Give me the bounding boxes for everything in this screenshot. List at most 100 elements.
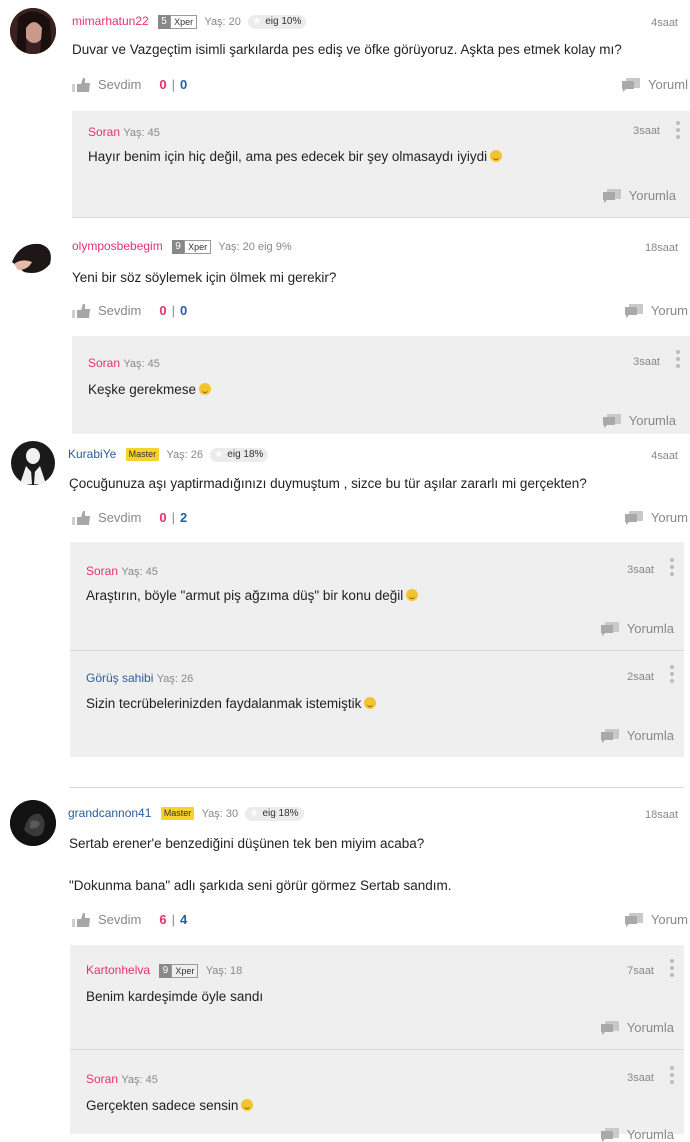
- like-label: Sevdim: [98, 510, 142, 525]
- reply-age: Yaş: 45: [121, 1074, 158, 1086]
- reply-label: Yorumla: [628, 413, 676, 428]
- like-button[interactable]: Sevdim 6 | 4: [72, 912, 187, 927]
- reply-header: Soran Yaş: 45: [88, 125, 160, 139]
- comment-time: 4saat: [651, 17, 678, 29]
- username[interactable]: olymposbebegim: [72, 239, 163, 253]
- avatar[interactable]: [10, 8, 56, 54]
- avatar[interactable]: [10, 800, 56, 846]
- star-icon: ★: [214, 448, 224, 460]
- eig-badge: ★ eig 18%: [210, 447, 269, 462]
- reply-button[interactable]: Yorumla: [600, 1020, 674, 1035]
- comment-header: mimarhatun22 5 Xper Yaş: 20 ★ eig 10%: [72, 14, 307, 29]
- reply-header: Kartonhelva 9 Xper Yaş: 18: [86, 963, 242, 978]
- comment-time: 18saat: [644, 809, 678, 821]
- reply-button[interactable]: Yorum: [624, 303, 688, 318]
- user-age: Yaş: 20 eig 9%: [218, 241, 292, 253]
- comment-actions: Sevdim 0 | 0 Yoruml: [72, 77, 688, 97]
- like-count: 0: [159, 303, 167, 318]
- reply-button[interactable]: Yorumla: [602, 188, 676, 203]
- xper-badge: Xper: [184, 239, 212, 254]
- reply-age: Yaş: 45: [121, 566, 158, 578]
- more-options-icon[interactable]: [676, 121, 680, 141]
- reply-card: Soran Yaş: 45 3saat Hayır benim için hiç…: [72, 111, 690, 218]
- reply-label: Yorumla: [626, 1127, 674, 1142]
- count-separator: |: [171, 77, 175, 92]
- dislike-count: 4: [179, 912, 188, 927]
- reply-age: Yaş: 18: [205, 965, 243, 977]
- like-button[interactable]: Sevdim 0 | 0: [72, 303, 187, 318]
- reply-card: Görüş sahibi Yaş: 26 2saat Sizin tecrübe…: [70, 651, 684, 757]
- comment-icon: [622, 77, 641, 92]
- reply-time: 7saat: [627, 965, 654, 977]
- comment-text: Sertab erener'e benzediğini düşünen tek …: [69, 836, 425, 851]
- reply-author[interactable]: Soran: [88, 356, 120, 370]
- reply-label: Yorumla: [626, 1020, 674, 1035]
- reply-age: Yaş: 26: [156, 673, 194, 685]
- reply-author[interactable]: Soran: [86, 564, 118, 578]
- eig-value: eig 18%: [262, 807, 299, 819]
- reply-button[interactable]: Yorumla: [600, 728, 674, 743]
- more-options-icon[interactable]: [670, 558, 674, 578]
- username[interactable]: grandcannon41: [68, 806, 151, 820]
- like-button[interactable]: Sevdim 0 | 2: [72, 510, 187, 525]
- like-count: 6: [159, 912, 167, 927]
- more-options-icon[interactable]: [676, 350, 680, 370]
- level-badge: 9: [159, 963, 172, 978]
- eig-value: eig 18%: [227, 448, 264, 460]
- reply-button[interactable]: Yorumla: [600, 621, 674, 636]
- comment-actions: Sevdim 0 | 0 Yorum: [72, 303, 688, 323]
- smile-emoji-icon: [199, 383, 212, 395]
- comment-text: Yeni bir söz söylemek için ölmek mi gere…: [72, 270, 337, 285]
- avatar[interactable]: [10, 440, 56, 486]
- dislike-count: 2: [179, 510, 188, 525]
- more-options-icon[interactable]: [670, 959, 674, 979]
- comment-icon: [624, 303, 643, 318]
- reply-author[interactable]: Soran: [86, 1072, 118, 1086]
- username[interactable]: mimarhatun22: [72, 14, 149, 28]
- username[interactable]: KurabiYe: [68, 447, 116, 461]
- smile-emoji-icon: [241, 1099, 254, 1111]
- comment-icon: [602, 188, 621, 203]
- reply-card: Soran Yaş: 45 3saat Gerçekten sadece sen…: [70, 1050, 684, 1142]
- reply-label: Yoruml: [648, 77, 688, 92]
- reply-text: Sizin tecrübelerinizden faydalanmak iste…: [86, 696, 362, 711]
- reply-button[interactable]: Yorum: [624, 510, 688, 525]
- comment-icon: [624, 510, 643, 525]
- reply-time: 3saat: [633, 125, 660, 137]
- comment-header: KurabiYe Master Yaş: 26 ★ eig 18%: [68, 447, 269, 462]
- level-badge: 5: [158, 14, 171, 29]
- reply-button[interactable]: Yoruml: [622, 77, 688, 92]
- reply-author[interactable]: Soran: [88, 125, 120, 139]
- comment-time: 4saat: [651, 450, 678, 462]
- thumbs-up-icon: [72, 912, 90, 927]
- like-button[interactable]: Sevdim 0 | 0: [72, 77, 187, 92]
- comment-text-continued: "Dokunma bana" adlı şarkıda seni görür g…: [69, 878, 452, 893]
- more-options-icon[interactable]: [670, 665, 674, 685]
- avatar[interactable]: [10, 234, 56, 280]
- comment-header: grandcannon41 Master Yaş: 30 ★ eig 18%: [68, 806, 304, 821]
- reply-label: Yorumla: [626, 728, 674, 743]
- reply-author[interactable]: Görüş sahibi: [86, 671, 153, 685]
- reply-card: Soran Yaş: 45 3saat Keşke gerekmese Yoru…: [72, 336, 690, 434]
- reply-button[interactable]: Yorumla: [600, 1127, 674, 1142]
- reply-author[interactable]: Kartonhelva: [86, 963, 150, 977]
- reply-text-wrap: Keşke gerekmese: [88, 382, 212, 397]
- comment-actions: Sevdim 6 | 4 Yorum: [72, 912, 688, 932]
- reply-text-wrap: Araştırın, böyle "armut piş ağzıma düş" …: [86, 588, 419, 603]
- reply-header: Soran Yaş: 45: [86, 564, 158, 578]
- reply-label: Yorumla: [628, 188, 676, 203]
- user-age: Yaş: 20: [204, 16, 241, 28]
- count-separator: |: [171, 303, 175, 318]
- more-options-icon[interactable]: [670, 1066, 674, 1086]
- reply-button[interactable]: Yorumla: [602, 413, 676, 428]
- xper-badge: Xper: [171, 963, 199, 978]
- comment-icon: [600, 1020, 619, 1035]
- reply-card: Kartonhelva 9 Xper Yaş: 18 7saat Benim ka…: [70, 945, 684, 1050]
- reply-button[interactable]: Yorum: [624, 912, 688, 927]
- reply-age: Yaş: 45: [123, 358, 160, 370]
- reply-text: Keşke gerekmese: [88, 382, 197, 397]
- reply-text-wrap: Gerçekten sadece sensin: [86, 1098, 254, 1113]
- smile-emoji-icon: [364, 697, 377, 709]
- reply-label: Yorumla: [626, 621, 674, 636]
- comment-divider: [70, 787, 684, 788]
